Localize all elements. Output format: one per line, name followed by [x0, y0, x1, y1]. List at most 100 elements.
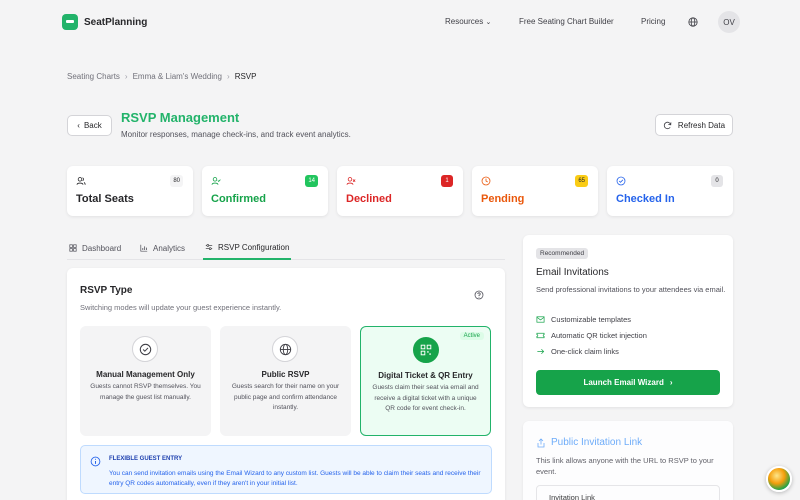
info-callout: FLEXIBLE GUEST ENTRY You can send invita…: [80, 445, 492, 494]
chevron-right-icon: ›: [227, 72, 230, 81]
arrow-right-icon: [537, 348, 545, 355]
info-text: You can send invitation emails using the…: [109, 470, 481, 487]
logo-icon: [62, 14, 78, 30]
email-subtitle: Send professional invitations to your at…: [536, 285, 726, 294]
stat-label: Confirmed: [211, 193, 266, 205]
chevron-left-icon: ‹: [77, 121, 80, 130]
panel-subtitle: Switching modes will update your guest e…: [80, 303, 282, 312]
globe-icon[interactable]: [688, 17, 698, 27]
option-title: Digital Ticket & QR Entry: [378, 371, 473, 380]
assistant-avatar-button[interactable]: [766, 466, 792, 492]
stat-count-badge: 14: [305, 175, 318, 187]
user-check-icon: [211, 177, 221, 185]
feature-label: Automatic QR ticket injection: [551, 331, 647, 340]
refresh-button[interactable]: Refresh Data: [655, 114, 733, 136]
tab-bar: Dashboard Analytics RSVP Configuration: [67, 236, 505, 260]
refresh-label: Refresh Data: [677, 120, 726, 130]
public-invitation-card: Public Invitation Link This link allows …: [523, 421, 733, 500]
stat-label: Pending: [481, 193, 525, 205]
nav-free-builder[interactable]: Free Seating Chart Builder: [519, 17, 614, 26]
email-title: Email Invitations: [536, 267, 609, 278]
user-x-icon: [346, 177, 356, 185]
rsvp-option-public[interactable]: Public RSVP Guests search for their name…: [220, 326, 351, 436]
option-description: Guests cannot RSVP themselves. You manag…: [90, 383, 201, 401]
brand-logo[interactable]: SeatPlanning: [62, 14, 147, 30]
info-icon: [90, 456, 101, 467]
button-label: Launch Email Wizard: [583, 378, 664, 387]
nav-pricing[interactable]: Pricing: [641, 17, 665, 26]
stat-count-badge: 1: [441, 175, 453, 187]
stat-label: Checked In: [616, 193, 675, 205]
breadcrumb: Seating Charts › Emma & Liam's Wedding ›…: [67, 72, 256, 81]
stat-count-badge: 0: [711, 175, 723, 187]
feature-label: Customizable templates: [551, 315, 632, 324]
option-description: Guests claim their seat via email and re…: [372, 384, 479, 412]
invitation-link-field[interactable]: Invitation Link: [536, 485, 720, 500]
help-icon[interactable]: [474, 290, 484, 300]
users-icon: [76, 177, 86, 185]
rsvp-option-digital-ticket[interactable]: Active Digital Ticket & QR Entry Guests …: [360, 326, 491, 436]
email-invitations-card: Recommended Email Invitations Send profe…: [523, 235, 733, 407]
avatar[interactable]: OV: [718, 11, 740, 33]
option-title: Public RSVP: [261, 370, 310, 379]
clock-icon: [481, 176, 491, 186]
nav-resources[interactable]: Resources ⌄: [445, 17, 491, 26]
stat-confirmed: 14 Confirmed: [202, 166, 328, 216]
page-title: RSVP Management: [121, 110, 240, 125]
option-icon-wrap: [132, 336, 158, 362]
stat-count-badge: 65: [575, 175, 588, 187]
back-label: Back: [83, 121, 102, 130]
tab-dashboard[interactable]: Dashboard: [69, 236, 121, 260]
rsvp-option-manual[interactable]: Manual Management Only Guests cannot RSV…: [80, 326, 211, 436]
globe-icon: [279, 343, 291, 355]
sliders-icon: [205, 244, 213, 250]
recommended-badge: Recommended: [536, 248, 589, 259]
chevron-right-icon: ›: [124, 72, 128, 81]
stat-label: Total Seats: [76, 193, 134, 205]
refresh-icon: [663, 121, 672, 129]
info-title: FLEXIBLE GUEST ENTRY: [109, 456, 183, 462]
bar-chart-icon: [140, 244, 148, 252]
chevron-right-icon: ›: [669, 378, 673, 387]
feature-item: Automatic QR ticket injection: [536, 331, 647, 340]
option-icon-wrap: [272, 336, 298, 362]
qr-code-icon: [420, 344, 432, 356]
stat-count-badge: 80: [170, 175, 183, 187]
check-circle-icon: [139, 343, 151, 355]
public-link-title: Public Invitation Link: [536, 437, 642, 448]
breadcrumb-seating-charts[interactable]: Seating Charts: [67, 72, 120, 81]
stat-label: Declined: [346, 193, 392, 205]
page-subtitle: Monitor responses, manage check-ins, and…: [121, 130, 351, 139]
breadcrumb-event[interactable]: Emma & Liam's Wedding: [133, 72, 222, 81]
brand-name: SeatPlanning: [84, 16, 148, 28]
stat-total-seats: 80 Total Seats: [67, 166, 193, 216]
tab-label: RSVP Configuration: [218, 242, 290, 252]
share-icon: [537, 437, 545, 447]
tab-analytics[interactable]: Analytics: [140, 236, 185, 260]
breadcrumb-current: RSVP: [234, 72, 257, 81]
tab-label: Analytics: [153, 243, 186, 253]
panel-title: RSVP Type: [80, 285, 133, 296]
stat-checked-in: 0 Checked In: [607, 166, 733, 216]
public-link-title-text: Public Invitation Link: [551, 437, 643, 448]
mail-icon: [536, 316, 545, 323]
tab-rsvp-configuration[interactable]: RSVP Configuration: [203, 236, 292, 260]
option-icon-wrap: [413, 337, 439, 363]
option-title: Manual Management Only: [96, 370, 195, 379]
tab-label: Dashboard: [82, 243, 122, 253]
check-circle-icon: [616, 176, 626, 186]
feature-item: Customizable templates: [536, 315, 631, 324]
active-badge: Active: [459, 332, 484, 340]
launch-email-wizard-button[interactable]: Launch Email Wizard ›: [536, 370, 720, 395]
feature-item: One-click claim links: [536, 347, 619, 356]
option-description: Guests search for their name on your pub…: [231, 383, 340, 411]
feature-label: One-click claim links: [551, 347, 619, 356]
back-button[interactable]: ‹ Back: [67, 115, 112, 136]
ticket-icon: [536, 332, 545, 339]
grid-icon: [69, 244, 77, 252]
stat-pending: 65 Pending: [472, 166, 598, 216]
stat-declined: 1 Declined: [337, 166, 463, 216]
chevron-down-icon: ⌄: [485, 19, 492, 26]
top-nav: SeatPlanning Resources ⌄ Free Seating Ch…: [0, 0, 800, 44]
rsvp-type-panel: RSVP Type Switching modes will update yo…: [67, 268, 505, 500]
